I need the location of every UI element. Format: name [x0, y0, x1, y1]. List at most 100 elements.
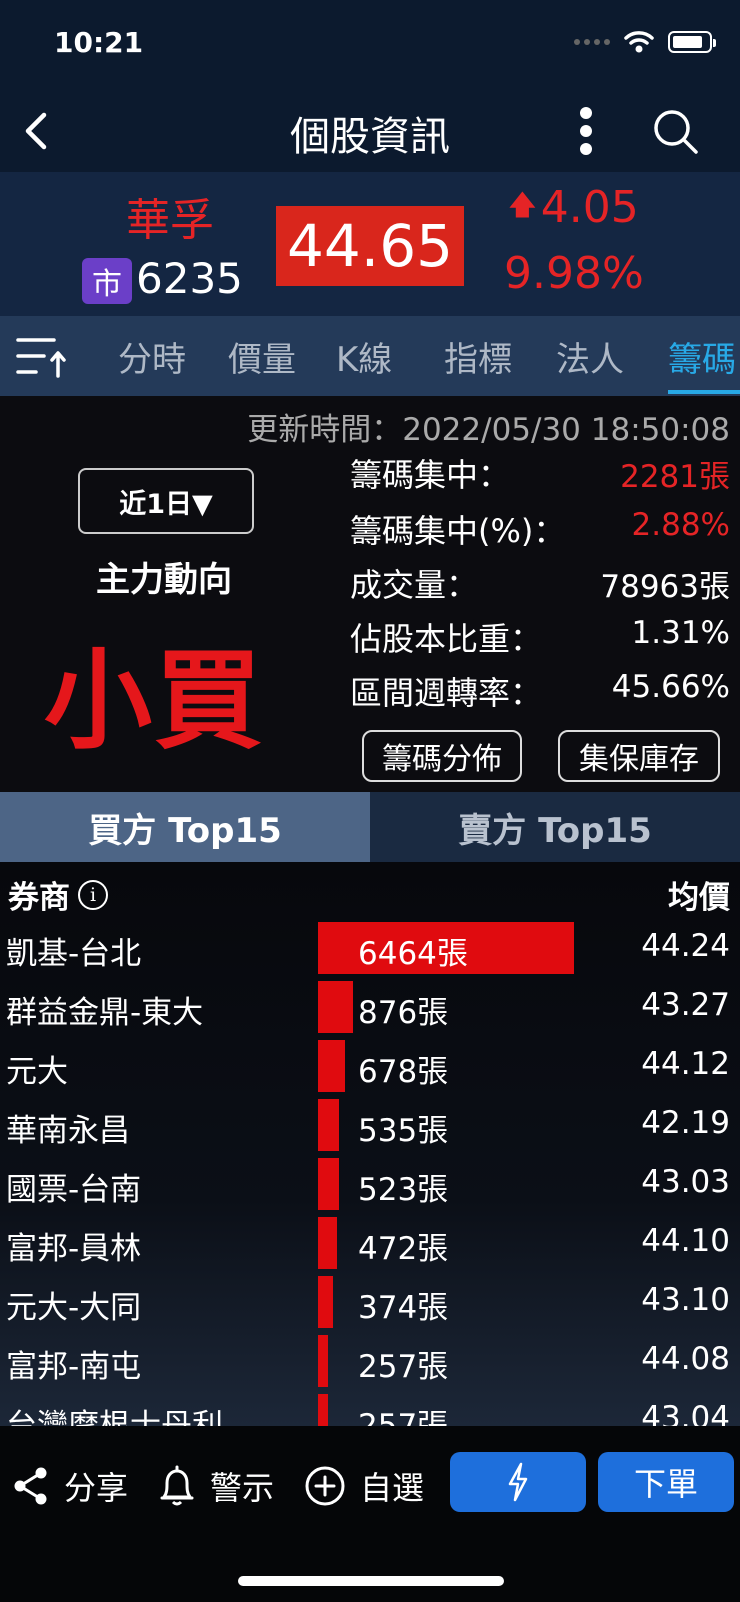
stock-header: 華孚 市 6235 44.65 🡅 4.05 9.98%: [0, 172, 740, 316]
tab-k-line[interactable]: K線: [336, 332, 392, 381]
stat-value-volume: 78963張: [600, 569, 730, 605]
broker-name: 富邦-南屯: [6, 1349, 142, 1385]
alert-label: 警示: [210, 1469, 275, 1507]
table-row[interactable]: 台灣摩根士丹利 257張 43.04: [0, 1390, 740, 1426]
buy-volume: 523張: [358, 1172, 449, 1208]
broker-column-header: 券商 i: [8, 872, 108, 917]
tab-indicators[interactable]: 指標: [444, 332, 512, 381]
place-order-button[interactable]: 下單: [598, 1452, 734, 1512]
more-vertical-icon: [580, 107, 592, 155]
main-force-value: 小買: [44, 639, 265, 764]
search-button[interactable]: [648, 104, 702, 158]
stat-value-capital-ratio: 1.31%: [631, 615, 730, 651]
buy-volume: 876張: [358, 995, 449, 1031]
price-change-percent: 9.98%: [504, 248, 644, 299]
volume-bar: [318, 1276, 333, 1328]
market-badge: 市: [82, 258, 132, 304]
volume-bar: [318, 1335, 328, 1387]
side-tabs: 買方 Top15 賣方 Top15: [0, 792, 740, 862]
status-time: 10:21: [54, 26, 144, 59]
volume-bar: [318, 1040, 345, 1092]
broker-name: 元大-大同: [6, 1290, 142, 1326]
battery-icon: [668, 31, 716, 53]
plus-circle-icon: [305, 1466, 345, 1506]
tab-chips[interactable]: 籌碼: [668, 332, 736, 381]
up-arrow-icon: 🡅: [508, 187, 537, 221]
share-icon: [14, 1467, 47, 1505]
table-row[interactable]: 元大 678張 44.12: [0, 1036, 740, 1095]
avg-price: 43.10: [641, 1282, 730, 1318]
volume-bar: [318, 1394, 328, 1426]
price-change: 🡅 4.05: [508, 182, 639, 233]
avg-price: 43.03: [641, 1164, 730, 1200]
tab-menu-button[interactable]: [14, 332, 70, 382]
battery-level: [673, 36, 702, 48]
table-row[interactable]: 富邦-員林 472張 44.10: [0, 1213, 740, 1272]
broker-name: 群益金鼎-東大: [6, 995, 204, 1031]
chevron-left-icon: [25, 112, 47, 150]
table-row[interactable]: 華南永昌 535張 42.19: [0, 1095, 740, 1154]
wifi-icon: [624, 31, 654, 53]
broker-list[interactable]: 券商 i 均價 凱基-台北 6464張 44.24 群益金鼎-東大 876張 43.27 元…: [0, 862, 740, 1426]
nav-bar: 個股資訊: [0, 90, 740, 172]
broker-name: 元大: [6, 1054, 68, 1090]
flash-order-button[interactable]: [450, 1452, 586, 1512]
tab-intraday[interactable]: 分時: [118, 332, 186, 381]
add-watchlist-button[interactable]: 自選: [304, 1458, 424, 1514]
stat-label-capital-ratio: 佔股本比重：: [350, 620, 543, 658]
avg-price-column-header: 均價: [668, 880, 730, 916]
volume-bar: [318, 1099, 339, 1151]
buy-volume: 678張: [358, 1054, 449, 1090]
chip-info-panel: 更新時間：2022/05/30 18:50:08 近1日▼ 主力動向 小買 籌碼…: [0, 396, 740, 792]
stat-label-volume: 成交量：: [350, 566, 479, 604]
broker-name: 凱基-台北: [6, 936, 142, 972]
watchlist-label: 自選: [360, 1469, 425, 1507]
buy-volume: 472張: [358, 1231, 449, 1267]
chip-distribution-button[interactable]: 籌碼分佈: [362, 730, 522, 782]
broker-header-label: 券商: [8, 880, 70, 916]
stock-name: 華孚: [126, 195, 214, 246]
buy-volume: 6464張: [358, 936, 468, 972]
buy-volume: 535張: [358, 1113, 449, 1149]
table-row[interactable]: 國票-台南 523張 43.03: [0, 1154, 740, 1213]
info-icon[interactable]: i: [78, 879, 108, 910]
broker-name: 華南永昌: [6, 1113, 130, 1149]
table-row[interactable]: 元大-大同 374張 43.10: [0, 1272, 740, 1331]
stat-value-concentration-pct: 2.88%: [631, 507, 730, 543]
buy-volume: 374張: [358, 1290, 449, 1326]
tab-buy-top15[interactable]: 買方 Top15: [0, 792, 370, 862]
avg-price: 44.10: [641, 1223, 730, 1259]
tab-sell-top15[interactable]: 賣方 Top15: [370, 792, 740, 862]
custody-inventory-button[interactable]: 集保庫存: [558, 730, 720, 782]
table-row[interactable]: 凱基-台北 6464張 44.24: [0, 918, 740, 977]
period-dropdown[interactable]: 近1日▼: [78, 468, 254, 534]
stat-label-turnover: 區間週轉率：: [350, 674, 543, 712]
volume-bar: [318, 1217, 337, 1269]
share-label: 分享: [64, 1469, 129, 1507]
lightning-icon: [508, 1462, 528, 1502]
status-icons: [574, 30, 716, 54]
table-row[interactable]: 富邦-南屯 257張 44.08: [0, 1331, 740, 1390]
avg-price: 44.24: [641, 928, 730, 964]
buy-volume: 257張: [358, 1349, 449, 1385]
bell-icon: [160, 1465, 194, 1506]
tab-institutional[interactable]: 法人: [556, 332, 624, 381]
sort-menu-icon: [16, 338, 66, 378]
search-icon: [654, 110, 698, 154]
stat-label-concentration-pct: 籌碼集中(%)：: [350, 512, 566, 550]
back-button[interactable]: [14, 108, 60, 154]
avg-price: 42.19: [641, 1105, 730, 1141]
avg-price: 44.08: [641, 1341, 730, 1377]
stat-label-concentration: 籌碼集中：: [350, 456, 511, 494]
cellular-signal-icon: [574, 39, 610, 45]
more-options-button[interactable]: [566, 102, 606, 160]
volume-bar: [318, 1158, 339, 1210]
share-button[interactable]: 分享: [12, 1458, 128, 1514]
stock-code: 6235: [136, 254, 243, 303]
tab-price-volume[interactable]: 價量: [228, 332, 296, 381]
price-change-value: 4.05: [540, 182, 639, 233]
broker-name: 國票-台南: [6, 1172, 142, 1208]
broker-name: 台灣摩根士丹利: [6, 1408, 223, 1426]
alert-button[interactable]: 警示: [158, 1458, 274, 1514]
table-row[interactable]: 群益金鼎-東大 876張 43.27: [0, 977, 740, 1036]
